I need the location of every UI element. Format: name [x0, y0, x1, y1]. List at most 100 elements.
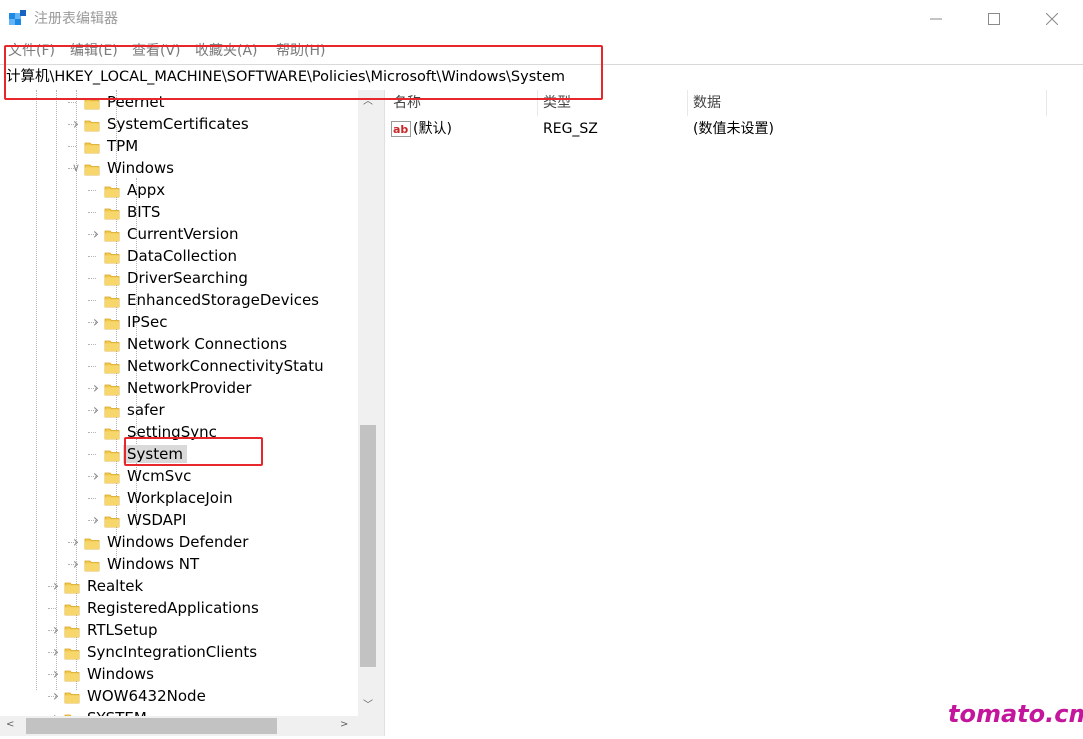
column-header-type[interactable]: 类型 — [543, 90, 571, 116]
tree-item[interactable]: RegisteredApplications — [0, 597, 360, 619]
tree-item-label: SYSTEM — [87, 709, 147, 716]
tree-item-label: Windows NT — [107, 555, 200, 573]
chevron-right-icon[interactable]: › — [70, 534, 82, 550]
tree-item[interactable]: › WcmSvc — [0, 465, 360, 487]
minimize-button[interactable] — [907, 0, 965, 38]
chevron-right-icon[interactable]: › — [90, 226, 102, 242]
chevron-right-icon[interactable]: › — [50, 622, 62, 638]
tree-item[interactable]: › Windows Defender — [0, 531, 360, 553]
scroll-up-icon[interactable]: ︿ — [361, 92, 375, 107]
tree-item[interactable]: › safer — [0, 399, 360, 421]
tree-item[interactable]: ›SYSTEM — [0, 707, 360, 716]
scroll-right-icon[interactable]: > — [340, 719, 348, 730]
menu-favorites[interactable]: 收藏夹(A) — [195, 42, 258, 60]
tree-vertical-scroll-thumb[interactable] — [360, 425, 376, 667]
address-bar[interactable]: 计算机\HKEY_LOCAL_MACHINE\SOFTWARE\Policies… — [0, 64, 1083, 91]
tree-guide-line — [88, 278, 96, 279]
menu-file[interactable]: 文件(F) — [8, 42, 55, 60]
folder-icon — [84, 139, 100, 154]
column-divider[interactable] — [537, 90, 538, 116]
tree-item-label: WcmSvc — [127, 467, 192, 485]
column-header-name[interactable]: 名称 — [393, 90, 421, 116]
chevron-right-icon[interactable]: › — [90, 512, 102, 528]
folder-icon — [104, 337, 120, 352]
value-name: (默认) — [413, 121, 452, 137]
tree-item[interactable]: WorkplaceJoin — [0, 487, 360, 509]
tree-vertical-scrollbar[interactable]: ︿ ﹀ — [358, 90, 378, 716]
tree-item[interactable]: › CurrentVersion — [0, 223, 360, 245]
tree-item-label: WSDAPI — [127, 511, 187, 529]
folder-icon — [104, 425, 120, 440]
folder-icon — [64, 667, 80, 682]
tree-item[interactable]: System — [0, 443, 360, 465]
folder-icon — [104, 513, 120, 528]
tree-item[interactable]: › IPSec — [0, 311, 360, 333]
tree-item[interactable]: › Windows NT — [0, 553, 360, 575]
tree-item-label: BITS — [127, 203, 161, 221]
tree-item[interactable]: Network Connections — [0, 333, 360, 355]
scroll-down-icon[interactable]: ﹀ — [361, 696, 375, 711]
tree-item[interactable]: › RTLSetup — [0, 619, 360, 641]
tree-guide-line — [48, 608, 56, 609]
folder-icon — [104, 403, 120, 418]
tree-item[interactable]: DriverSearching — [0, 267, 360, 289]
value-row[interactable]: ab (默认) REG_SZ (数值未设置) — [385, 118, 1083, 140]
folder-icon — [64, 689, 80, 704]
tree-item[interactable]: › SyncIntegrationClients — [0, 641, 360, 663]
column-divider[interactable] — [1046, 90, 1047, 116]
tree-item[interactable]: TPM — [0, 135, 360, 157]
chevron-right-icon[interactable]: › — [50, 688, 62, 704]
folder-icon — [84, 535, 100, 550]
string-value-icon: ab — [391, 121, 411, 137]
menu-view[interactable]: 查看(V) — [132, 42, 181, 60]
menu-help[interactable]: 帮助(H) — [276, 42, 325, 60]
column-header-data[interactable]: 数据 — [693, 90, 721, 116]
tree-item[interactable]: ∨ Windows — [0, 157, 360, 179]
tree-item[interactable]: SettingSync — [0, 421, 360, 443]
tree-item[interactable]: › NetworkProvider — [0, 377, 360, 399]
tree-item[interactable]: › Realtek — [0, 575, 360, 597]
tree-item-label: Windows Defender — [107, 533, 249, 551]
folder-icon — [104, 227, 120, 242]
tree-item-label: RTLSetup — [87, 621, 158, 639]
tree-item[interactable]: Appx — [0, 179, 360, 201]
chevron-right-icon[interactable]: › — [90, 402, 102, 418]
maximize-button[interactable] — [965, 0, 1023, 38]
tree-item[interactable]: EnhancedStorageDevices — [0, 289, 360, 311]
tree-guide-line — [88, 212, 96, 213]
tree-item[interactable]: NetworkConnectivityStatu — [0, 355, 360, 377]
tree-guide-line — [88, 454, 96, 455]
chevron-right-icon[interactable]: › — [50, 644, 62, 660]
tree-item-label: SystemCertificates — [107, 115, 249, 133]
chevron-right-icon[interactable]: › — [90, 314, 102, 330]
tree-item-label: Appx — [127, 181, 166, 199]
values-pane[interactable]: 名称 类型 数据 ab (默认) REG_SZ (数值未设置) — [384, 90, 1083, 736]
tree-item[interactable]: Peernet — [0, 91, 360, 113]
chevron-right-icon[interactable]: › — [50, 578, 62, 594]
chevron-right-icon[interactable]: › — [50, 666, 62, 682]
chevron-right-icon[interactable]: › — [90, 468, 102, 484]
chevron-right-icon[interactable]: › — [70, 556, 82, 572]
tree-item[interactable]: › WOW6432Node — [0, 685, 360, 707]
tree-item[interactable]: › Windows — [0, 663, 360, 685]
tree-item[interactable]: BITS — [0, 201, 360, 223]
menu-edit[interactable]: 编辑(E) — [70, 42, 118, 60]
tree-item[interactable]: › WSDAPI — [0, 509, 360, 531]
tree-horizontal-scrollbar[interactable]: < > — [0, 716, 358, 736]
tree-item[interactable]: DataCollection — [0, 245, 360, 267]
tree-item[interactable]: › SystemCertificates — [0, 113, 360, 135]
close-button[interactable] — [1023, 0, 1081, 38]
maximize-icon — [988, 13, 1000, 25]
chevron-right-icon[interactable]: › — [70, 116, 82, 132]
registry-tree[interactable]: Peernet › SystemCertificates TPM ∨ Windows App… — [0, 90, 378, 716]
chevron-right-icon[interactable]: › — [90, 380, 102, 396]
tree-item-label: DriverSearching — [127, 269, 248, 287]
folder-icon — [104, 293, 120, 308]
tree-horizontal-scroll-thumb[interactable] — [26, 718, 277, 734]
folder-icon — [64, 623, 80, 638]
column-divider[interactable] — [687, 90, 688, 116]
chevron-down-icon[interactable]: ∨ — [70, 161, 82, 175]
tree-item-label: EnhancedStorageDevices — [127, 291, 319, 309]
scroll-left-icon[interactable]: < — [6, 719, 14, 730]
address-path[interactable]: 计算机\HKEY_LOCAL_MACHINE\SOFTWARE\Policies… — [6, 68, 565, 86]
